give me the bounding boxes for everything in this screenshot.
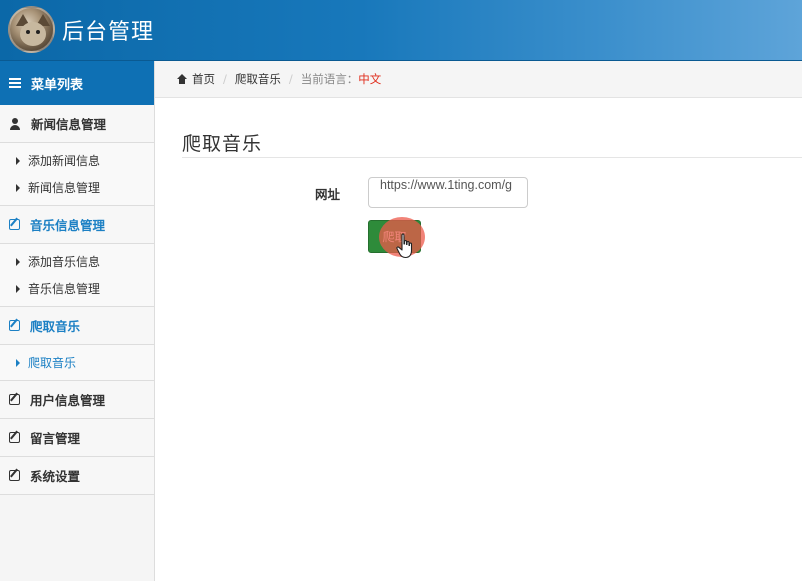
language-label: 当前语言： (300, 72, 359, 86)
home-icon (177, 73, 187, 84)
sidebar-group-users[interactable]: 用户信息管理 (0, 381, 154, 419)
sidebar-item-label: 新闻信息管理 (28, 181, 101, 195)
breadcrumb-home[interactable]: 首页 (192, 71, 215, 87)
menu-title: 菜单列表 (31, 77, 84, 93)
user-icon (9, 117, 21, 130)
sidebar-submenu-crawl: 爬取音乐 (0, 345, 154, 381)
breadcrumb-separator: / (288, 72, 293, 86)
caret-right-icon (16, 183, 20, 192)
url-input[interactable]: https://www.1ting.com/g (368, 177, 528, 208)
url-label: 网址 (315, 187, 341, 202)
sidebar-group-crawl[interactable]: 爬取音乐 (0, 307, 154, 345)
sidebar-submenu-news: 添加新闻信息 新闻信息管理 (0, 143, 154, 206)
sidebar-item-manage-music[interactable]: 音乐信息管理 (0, 275, 154, 302)
sidebar-item-label: 爬取音乐 (28, 356, 77, 370)
language-value[interactable]: 中文 (358, 71, 381, 87)
sidebar-group-label: 音乐信息管理 (30, 218, 106, 233)
sidebar-group-music[interactable]: 音乐信息管理 (0, 206, 154, 244)
breadcrumb-separator: / (223, 72, 227, 86)
breadcrumb: 首页 / 爬取音乐 / 当前语言： 中文 (155, 61, 802, 98)
list-icon (9, 76, 21, 90)
sidebar-item-label: 音乐信息管理 (28, 282, 101, 296)
sidebar-group-news[interactable]: 新闻信息管理 (0, 105, 154, 143)
edit-icon (9, 219, 20, 230)
app-title: 后台管理 (62, 20, 155, 45)
sidebar-item-add-music[interactable]: 添加音乐信息 (0, 248, 154, 275)
title-divider (182, 157, 802, 158)
edit-icon (9, 432, 20, 443)
breadcrumb-current: 爬取音乐 (234, 72, 281, 86)
caret-right-icon (16, 257, 20, 266)
sidebar-group-label: 用户信息管理 (30, 393, 106, 408)
sidebar-item-crawl-music[interactable]: 爬取音乐 (0, 349, 154, 376)
sidebar: 菜单列表 新闻信息管理 添加新闻信息 新闻信息管理 音乐信息管理 添加音乐信息 … (0, 61, 155, 581)
page-title: 爬取音乐 (182, 133, 263, 155)
caret-right-icon (16, 156, 20, 165)
sidebar-item-label: 添加新闻信息 (28, 154, 101, 168)
sidebar-item-label: 添加音乐信息 (28, 255, 101, 269)
edit-icon (9, 394, 20, 405)
caret-right-icon (16, 358, 20, 367)
sidebar-group-label: 新闻信息管理 (31, 117, 107, 132)
sidebar-group-label: 系统设置 (30, 469, 81, 484)
sidebar-group-label: 爬取音乐 (30, 319, 81, 334)
sidebar-item-add-news[interactable]: 添加新闻信息 (0, 147, 154, 174)
caret-right-icon (16, 284, 20, 293)
sidebar-group-settings[interactable]: 系统设置 (0, 457, 154, 495)
edit-icon (9, 470, 20, 481)
sidebar-item-manage-news[interactable]: 新闻信息管理 (0, 174, 154, 201)
avatar (8, 6, 55, 53)
sidebar-group-label: 留言管理 (30, 431, 81, 446)
hand-cursor-icon (396, 233, 413, 259)
sidebar-group-messages[interactable]: 留言管理 (0, 419, 154, 457)
top-header: 后台管理 (0, 0, 802, 61)
sidebar-submenu-music: 添加音乐信息 音乐信息管理 (0, 244, 154, 307)
edit-icon (9, 320, 20, 331)
menu-header: 菜单列表 (0, 61, 154, 105)
